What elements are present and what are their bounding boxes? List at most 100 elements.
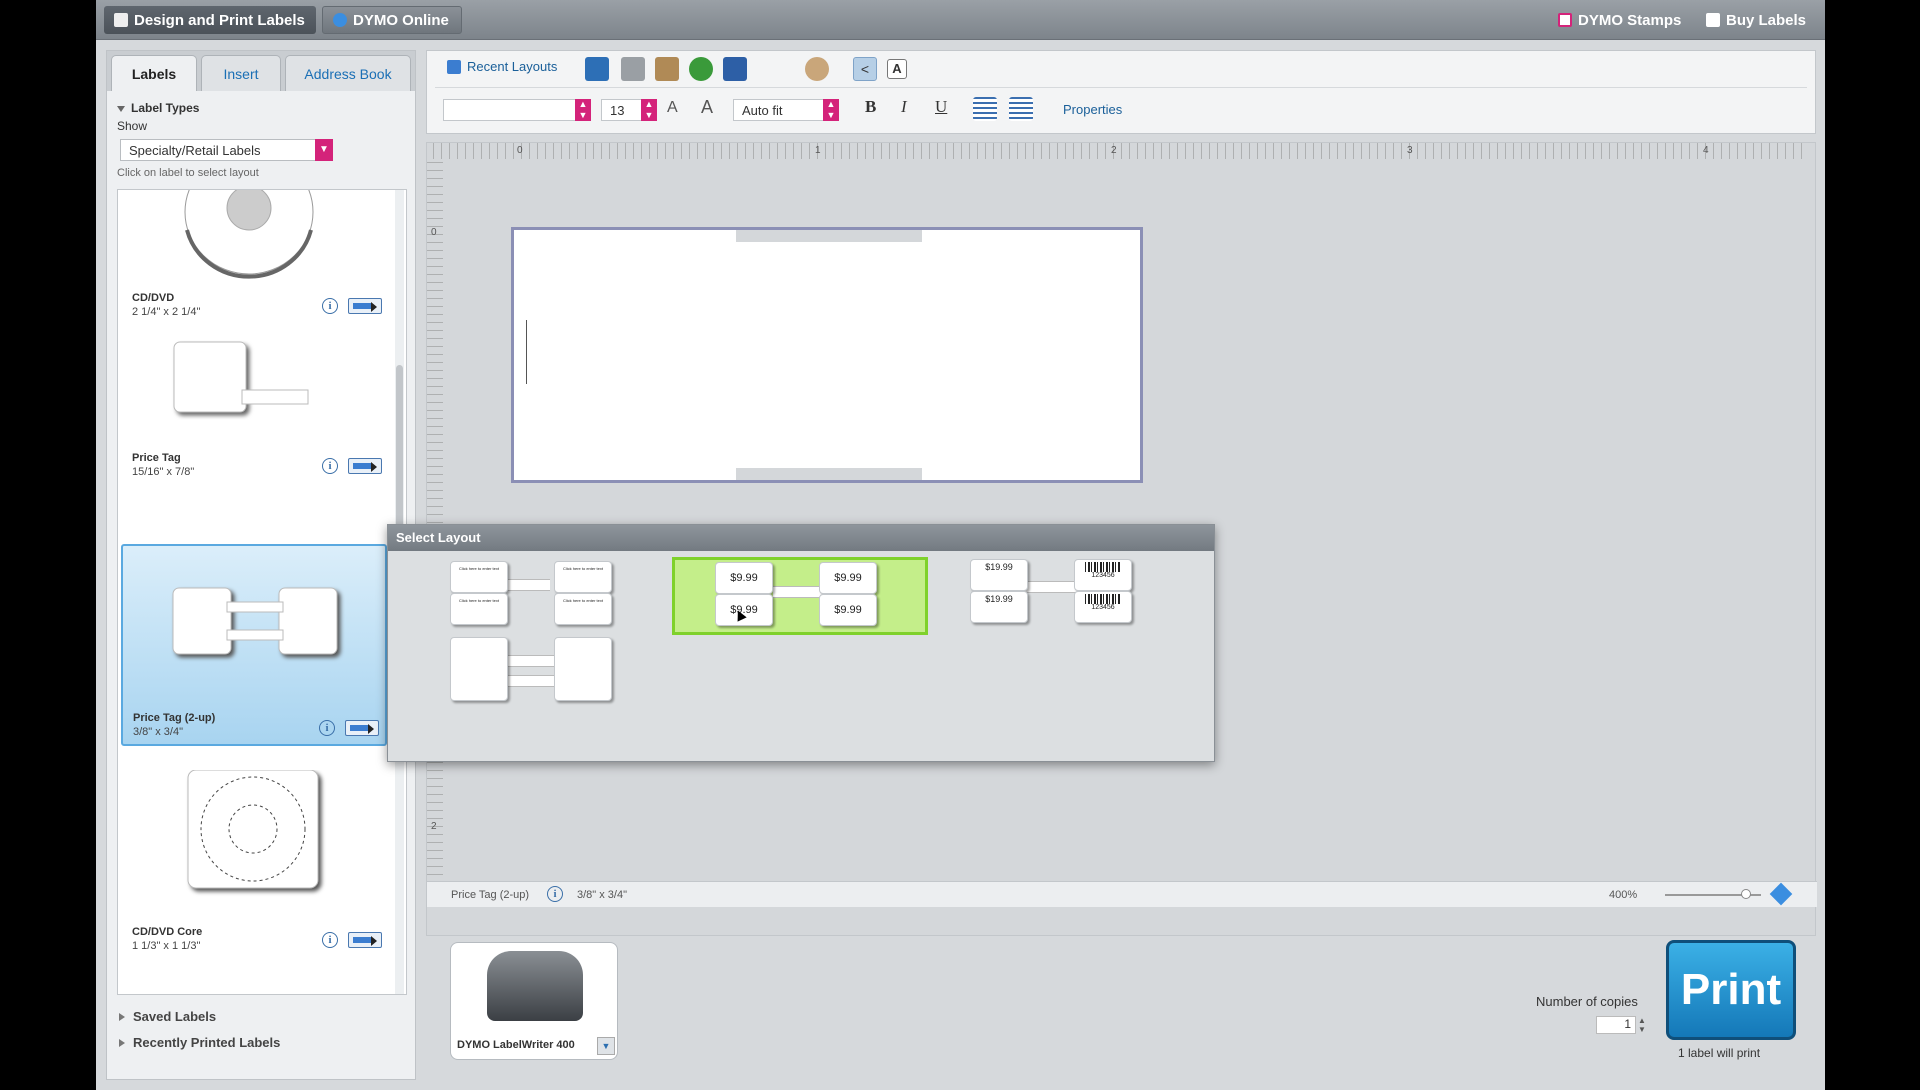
save-icon[interactable] <box>585 57 609 81</box>
label-types-header[interactable]: Label Types <box>117 101 199 115</box>
ruler-tick-label: 2 <box>431 821 437 832</box>
dymo-online-tab[interactable]: DYMO Online <box>322 6 462 34</box>
left-tabs: Labels Insert Address Book <box>107 51 415 91</box>
layout-option-text[interactable]: Click here to enter text Click here to e… <box>450 557 620 635</box>
tag-right: Click here to enter text <box>554 593 612 625</box>
design-print-tab[interactable]: Design and Print Labels <box>104 6 316 34</box>
list-item-price-tag-2up[interactable]: Price Tag (2-up) 3/8" x 3/4" i <box>121 544 387 746</box>
tab-labels[interactable]: Labels <box>111 55 197 91</box>
design-tab-label: Design and Print Labels <box>134 11 305 29</box>
layout-option-blank[interactable] <box>450 637 620 715</box>
underline-button[interactable]: U <box>935 97 947 117</box>
tag-left: Click here to enter text <box>450 593 508 625</box>
ruler-tick-label: 4 <box>1703 145 1709 156</box>
share-icon[interactable]: < <box>853 57 877 81</box>
ruler-tick-label: 0 <box>517 145 523 156</box>
recent-layouts-button[interactable]: Recent Layouts <box>447 59 557 74</box>
align-vertical-icon[interactable] <box>973 97 997 121</box>
price-tag: $9.99 <box>715 562 773 594</box>
list-item-cd-dvd-core[interactable]: CD/DVD Core 1 1/3" x 1 1/3" i <box>122 770 388 952</box>
print-button[interactable]: Print <box>1666 940 1796 1040</box>
font-family-select[interactable]: ▲ ▼ <box>443 99 591 121</box>
label-preview[interactable] <box>511 227 1143 483</box>
zoom-level: 400% <box>1609 889 1638 901</box>
info-icon[interactable]: i <box>319 720 335 736</box>
properties-link[interactable]: Properties <box>1063 102 1122 117</box>
hint-text: Click on label to select layout <box>117 167 259 179</box>
toolbar-divider <box>435 87 1807 88</box>
align-horizontal-icon[interactable] <box>1009 97 1033 121</box>
text-box-icon[interactable]: A <box>887 59 907 79</box>
search-icon[interactable] <box>805 57 829 81</box>
select-layout-popup: Select Layout Click here to enter text C… <box>387 524 1215 762</box>
printer-selector[interactable]: DYMO LabelWriter 400 ▼ <box>450 942 618 1060</box>
tag-left: Click here to enter text <box>450 561 508 593</box>
font-size-select[interactable]: 13 ▲ ▼ <box>601 99 657 121</box>
copies-stepper[interactable]: ▲ ▼ <box>1638 1016 1646 1034</box>
tab-address-book[interactable]: Address Book <box>285 55 411 91</box>
item-name: Price Tag <box>132 452 181 464</box>
tape-icon[interactable] <box>348 458 382 474</box>
price-tag-preview <box>173 341 309 413</box>
saved-labels-section[interactable]: Saved Labels <box>119 1009 216 1024</box>
saved-labels-text: Saved Labels <box>133 1009 217 1024</box>
dymo-stamps-button[interactable]: DYMO Stamps <box>1548 6 1691 34</box>
ruler-tick-label: 3 <box>1407 145 1413 156</box>
editor-toolbar: Recent Layouts < A ▲ ▼ 13 ▲ ▼ A A Auto fit ▲… <box>426 50 1816 134</box>
list-item-cd-dvd[interactable]: CD/DVD 2 1/4" x 2 1/4" i <box>122 190 388 320</box>
grow-font-icon[interactable]: A <box>701 97 713 118</box>
shrink-font-icon[interactable]: A <box>667 99 678 117</box>
label-icon <box>114 13 128 27</box>
status-label-name: Price Tag (2-up) <box>451 889 530 901</box>
item-name: CD/DVD <box>132 292 175 304</box>
italic-button[interactable]: I <box>901 97 907 117</box>
zoom-slider-handle[interactable] <box>1741 889 1751 899</box>
buy-label: Buy Labels <box>1726 11 1807 29</box>
print-icon[interactable] <box>621 57 645 81</box>
barcode-number: 123456 <box>1091 604 1115 611</box>
fit-mode-value: Auto fit <box>742 103 783 118</box>
price-tag: $9.99 <box>715 594 773 626</box>
collapse-triangle-icon <box>119 1013 125 1021</box>
label-type-value: Specialty/Retail Labels <box>129 143 261 158</box>
status-bar: Price Tag (2-up) i 3/8" x 3/4" 400% <box>427 881 1817 907</box>
paste-icon[interactable] <box>655 57 679 81</box>
tab-insert[interactable]: Insert <box>201 55 281 91</box>
font-size-value: 13 <box>610 103 625 118</box>
info-icon[interactable]: i <box>547 886 563 902</box>
fit-to-window-icon[interactable] <box>1769 882 1793 906</box>
label-type-select[interactable]: Specialty/Retail Labels ▼ <box>120 139 333 161</box>
printer-name: DYMO LabelWriter 400 <box>457 1039 575 1051</box>
copies-label: Number of copies <box>1536 994 1638 1009</box>
layout-option-barcode[interactable]: $19.99 123456 $19.99 123456 <box>970 557 1140 635</box>
import-icon[interactable] <box>723 57 747 81</box>
tape-icon[interactable] <box>348 932 382 948</box>
layout-option-price[interactable]: $9.99 $9.99 $9.99 $9.99 <box>672 557 928 635</box>
tape-icon[interactable] <box>348 298 382 314</box>
buy-labels-button[interactable]: Buy Labels <box>1696 6 1816 34</box>
scrollbar-thumb[interactable] <box>396 365 403 535</box>
price-tag: $9.99 <box>819 562 877 594</box>
info-icon[interactable]: i <box>322 932 338 948</box>
online-tab-label: DYMO Online <box>353 11 449 29</box>
printer-image <box>487 951 583 1021</box>
barcode-number: 123456 <box>1091 572 1115 579</box>
recent-labels-section[interactable]: Recently Printed Labels <box>119 1035 280 1050</box>
chevron-down-icon[interactable]: ▼ <box>597 1037 615 1055</box>
tag-connector <box>773 586 823 598</box>
list-item-price-tag[interactable]: Price Tag 15/16" x 7/8" i <box>122 340 388 478</box>
info-icon[interactable]: i <box>322 298 338 314</box>
info-icon[interactable]: i <box>322 458 338 474</box>
tape-icon[interactable] <box>345 720 379 736</box>
undo-icon[interactable] <box>689 57 713 81</box>
label-notch-bottom <box>736 468 922 480</box>
label-list: CD/DVD 2 1/4" x 2 1/4" i Price Tag 15/16… <box>117 189 407 995</box>
item-size: 2 1/4" x 2 1/4" <box>132 306 201 318</box>
price-tag: $19.99 <box>970 591 1028 623</box>
chevron-down-icon: ▼ <box>315 139 333 161</box>
barcode-tag: 123456 <box>1074 559 1132 591</box>
status-size: 3/8" x 3/4" <box>577 889 628 901</box>
copies-input[interactable]: 1 <box>1596 1016 1636 1034</box>
fit-mode-select[interactable]: Auto fit ▲ ▼ <box>733 99 839 121</box>
bold-button[interactable]: B <box>865 97 876 117</box>
